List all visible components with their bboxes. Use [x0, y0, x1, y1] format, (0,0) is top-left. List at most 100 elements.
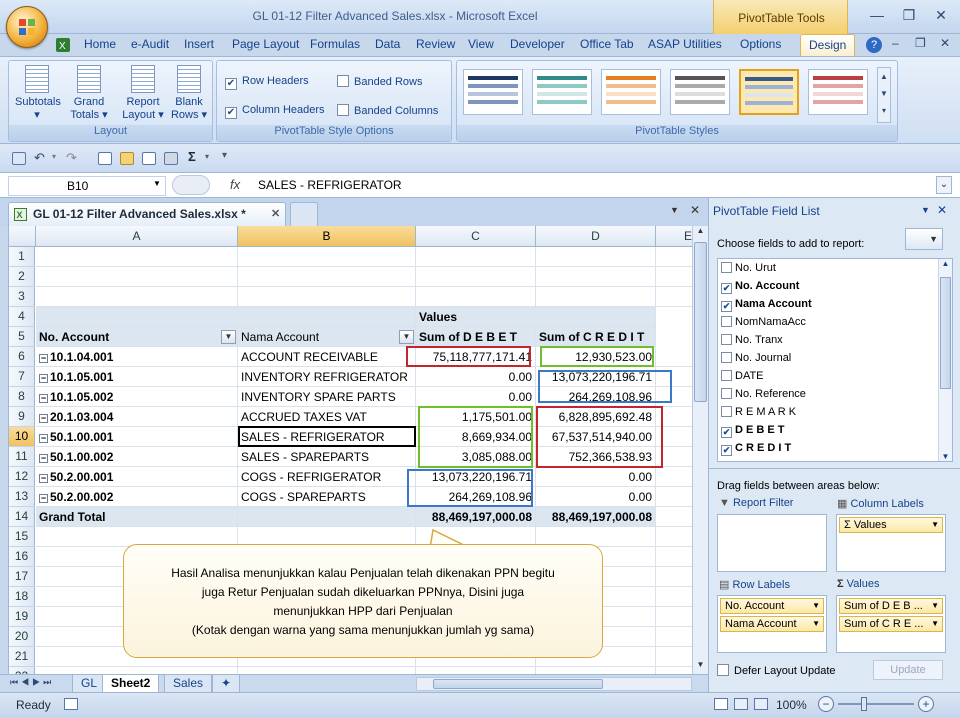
report-filter-zone[interactable] [717, 514, 827, 572]
pill-dropdown-icon[interactable]: ▼ [812, 599, 820, 613]
empty-cell[interactable] [536, 267, 656, 287]
tab-developer[interactable]: Developer [510, 34, 565, 56]
pivot-credit-cell[interactable]: 13,073,220,196.71 [536, 367, 656, 387]
pivot-name-cell[interactable]: INVENTORY REFRIGERATOR [238, 367, 416, 387]
vertical-scrollbar[interactable]: ▲ ▼ [692, 226, 708, 674]
sheet-tab-gl[interactable]: GL [72, 675, 107, 693]
field-checkbox[interactable]: ✔ [721, 427, 732, 438]
banded-rows-checkbox[interactable]: Banded Rows [337, 75, 423, 88]
collapse-icon[interactable]: − [39, 494, 48, 503]
row-header-16[interactable]: 16 [9, 547, 35, 567]
field-list-options-icon[interactable]: ▼ [921, 205, 930, 215]
pivot-account-cell[interactable]: −10.1.04.001 [36, 347, 238, 367]
zoom-out-icon[interactable]: − [818, 696, 834, 712]
row-header-9[interactable]: 9 [9, 407, 35, 427]
sheet-nav-arrows-icon[interactable]: ⏮◀▶⏭ [10, 677, 54, 688]
undo-dropdown-icon[interactable]: ▾ [52, 152, 56, 161]
subtotals-button[interactable]: Subtotals ▾ [15, 65, 61, 122]
row-header-7[interactable]: 7 [9, 367, 35, 387]
empty-cell[interactable] [238, 247, 416, 267]
row-header-5[interactable]: 5 [9, 327, 35, 347]
minimize-button[interactable]: — [862, 4, 892, 26]
collapse-icon[interactable]: − [39, 434, 48, 443]
field-item[interactable]: NomNamaAcc [721, 316, 806, 328]
empty-cell[interactable] [656, 607, 692, 627]
tab-list-dropdown-icon[interactable]: ▼ [670, 205, 679, 215]
empty-cell[interactable] [656, 547, 692, 567]
column-header-a[interactable]: A [36, 226, 238, 247]
field-checkbox[interactable] [721, 370, 732, 381]
field-list-scrollbar[interactable]: ▲ ▼ [938, 259, 952, 461]
empty-cell[interactable] [656, 627, 692, 647]
row-header-20[interactable]: 20 [9, 627, 35, 647]
collapse-icon[interactable]: − [39, 414, 48, 423]
row-headers-checkbox[interactable]: ✔ Row Headers [225, 75, 309, 90]
empty-cell[interactable] [656, 267, 692, 287]
row-header-14[interactable]: 14 [9, 507, 35, 527]
pivot-debet-cell[interactable]: 0.00 [416, 387, 536, 407]
field-list-splitter[interactable] [709, 468, 960, 469]
pivot-account-cell[interactable]: −50.1.00.001 [36, 427, 238, 447]
tab-e-audit[interactable]: e-Audit [131, 34, 169, 56]
row-header-13[interactable]: 13 [9, 487, 35, 507]
help-icon[interactable]: ? [866, 37, 882, 53]
empty-cell[interactable] [656, 467, 692, 487]
update-button[interactable]: Update [873, 660, 943, 680]
empty-cell[interactable] [238, 267, 416, 287]
tab-view[interactable]: View [468, 34, 494, 56]
style-swatch-6[interactable] [808, 69, 868, 115]
empty-cell[interactable] [656, 667, 692, 674]
style-swatch-4[interactable] [670, 69, 730, 115]
empty-cell[interactable] [36, 667, 238, 674]
pivot-account-cell[interactable]: −50.1.00.002 [36, 447, 238, 467]
row-header-17[interactable]: 17 [9, 567, 35, 587]
tab-design[interactable]: Design [800, 34, 856, 56]
horizontal-scroll-thumb[interactable] [433, 679, 603, 689]
empty-cell[interactable] [416, 267, 536, 287]
empty-cell[interactable] [656, 587, 692, 607]
style-swatch-selected[interactable] [739, 69, 799, 115]
row-header-11[interactable]: 11 [9, 447, 35, 467]
field-item[interactable]: ✔ C R E D I T [721, 442, 791, 456]
pivot-account-cell[interactable]: −20.1.03.004 [36, 407, 238, 427]
empty-cell[interactable] [536, 247, 656, 267]
normal-view-icon[interactable] [714, 698, 728, 710]
tab-home[interactable]: Home [84, 34, 116, 56]
zoom-in-icon[interactable]: + [918, 696, 934, 712]
pivot-credit-cell[interactable]: 12,930,523.00 [536, 347, 656, 367]
name-box-dropdown-icon[interactable]: ▼ [153, 179, 161, 188]
empty-cell[interactable] [656, 387, 692, 407]
field-checkbox[interactable]: ✔ [721, 445, 732, 456]
zoom-level[interactable]: 100% [776, 698, 807, 712]
field-list-layout-button[interactable]: ▼ [905, 228, 943, 250]
row-labels-zone[interactable]: No. Account ▼ Nama Account ▼ [717, 595, 827, 653]
collapse-icon[interactable]: − [39, 474, 48, 483]
vertical-scroll-thumb[interactable] [694, 242, 707, 402]
tab-data[interactable]: Data [375, 34, 400, 56]
grand-totals-button[interactable]: Grand Totals ▾ [67, 65, 111, 122]
tab-office-tab[interactable]: Office Tab [580, 34, 634, 56]
field-item[interactable]: No. Reference [721, 388, 806, 400]
column-pill-values[interactable]: Σ Values ▼ [839, 517, 943, 533]
banded-columns-checkbox[interactable]: Banded Columns [337, 104, 438, 117]
pivot-account-cell[interactable]: −50.2.00.002 [36, 487, 238, 507]
pivot-account-cell[interactable]: −10.1.05.001 [36, 367, 238, 387]
pivot-name-cell[interactable]: SALES - SPAREPARTS [238, 447, 416, 467]
row-header-6[interactable]: 6 [9, 347, 35, 367]
pivot-credit-cell[interactable]: 0.00 [536, 487, 656, 507]
excel-icon[interactable]: X [55, 37, 71, 53]
field-checkbox[interactable] [721, 316, 732, 327]
field-item[interactable]: No. Journal [721, 352, 791, 364]
row-header-4[interactable]: 4 [9, 307, 35, 327]
pivot-name-cell[interactable]: ACCRUED TAXES VAT [238, 407, 416, 427]
column-header-b[interactable]: B [238, 226, 416, 247]
select-all-corner[interactable] [9, 226, 36, 247]
collapse-icon[interactable]: − [39, 374, 48, 383]
column-header-d[interactable]: D [536, 226, 656, 247]
empty-cell[interactable] [416, 247, 536, 267]
pill-dropdown-icon[interactable]: ▼ [812, 617, 820, 631]
field-checkbox[interactable] [721, 334, 732, 345]
field-checkbox[interactable]: ✔ [721, 301, 732, 312]
account-filter-dropdown-icon[interactable]: ▼ [221, 330, 236, 344]
empty-cell[interactable] [238, 667, 416, 674]
